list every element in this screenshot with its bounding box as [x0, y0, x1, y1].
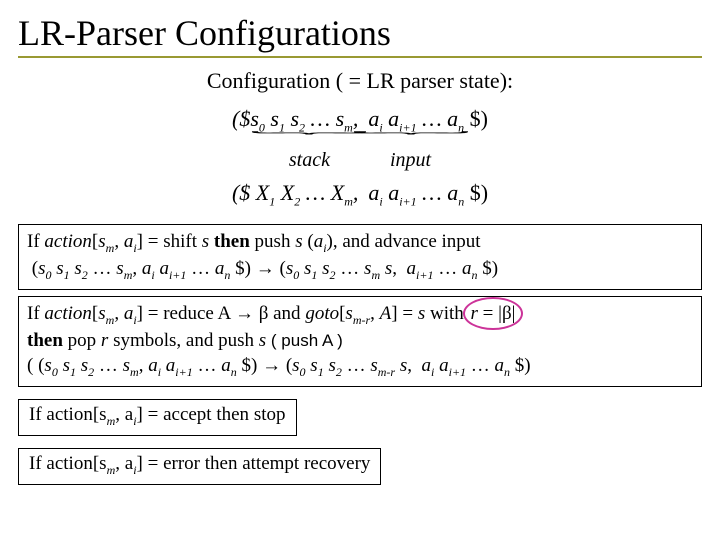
circled-r-eq-beta: r = |β| [469, 301, 518, 327]
shift-rule-box: If action[sm, ai] = shift s then push s … [18, 224, 702, 290]
accept-rule-box: If action[sm, ai] = accept then stop [18, 399, 297, 436]
slide: LR-Parser Configurations Configuration (… [0, 0, 720, 499]
text: ( (s0 s1 s2 … sm, ai ai+1 … an $) → (s0 … [27, 355, 531, 376]
config2-stack-part: ($ X1 X2 … Xm, [232, 180, 358, 209]
input-label: input [390, 149, 431, 172]
configuration-2: ($ X1 X2 … Xm, ai ai+1 … an $) [18, 180, 702, 209]
text: If action[sm, ai] = shift s then push s … [27, 231, 481, 252]
brace-stack: ︸ stack [289, 133, 330, 172]
brace-icon: ︸ [351, 136, 471, 141]
brace-input: ︸ input [390, 133, 431, 172]
error-rule-box: If action[sm, ai] = error then attempt r… [18, 448, 381, 485]
brace-row: ︸ stack ︸ input [18, 133, 702, 172]
config2-input-part: ai ai+1 … an $) [368, 180, 488, 209]
text: If action[sm, ai] = reduce A → β and got… [27, 303, 517, 324]
stack-label: stack [289, 149, 330, 172]
text: then pop r symbols, and push s ( push A … [27, 330, 343, 351]
slide-title: LR-Parser Configurations [18, 12, 702, 54]
reduce-rule-box: If action[sm, ai] = reduce A → β and got… [18, 296, 702, 388]
subtitle: Configuration ( = LR parser state): [18, 68, 702, 94]
text: (s0 s1 s2 … sm, ai ai+1 … an $) → (s0 s1… [27, 258, 498, 279]
title-bar: LR-Parser Configurations [18, 12, 702, 58]
